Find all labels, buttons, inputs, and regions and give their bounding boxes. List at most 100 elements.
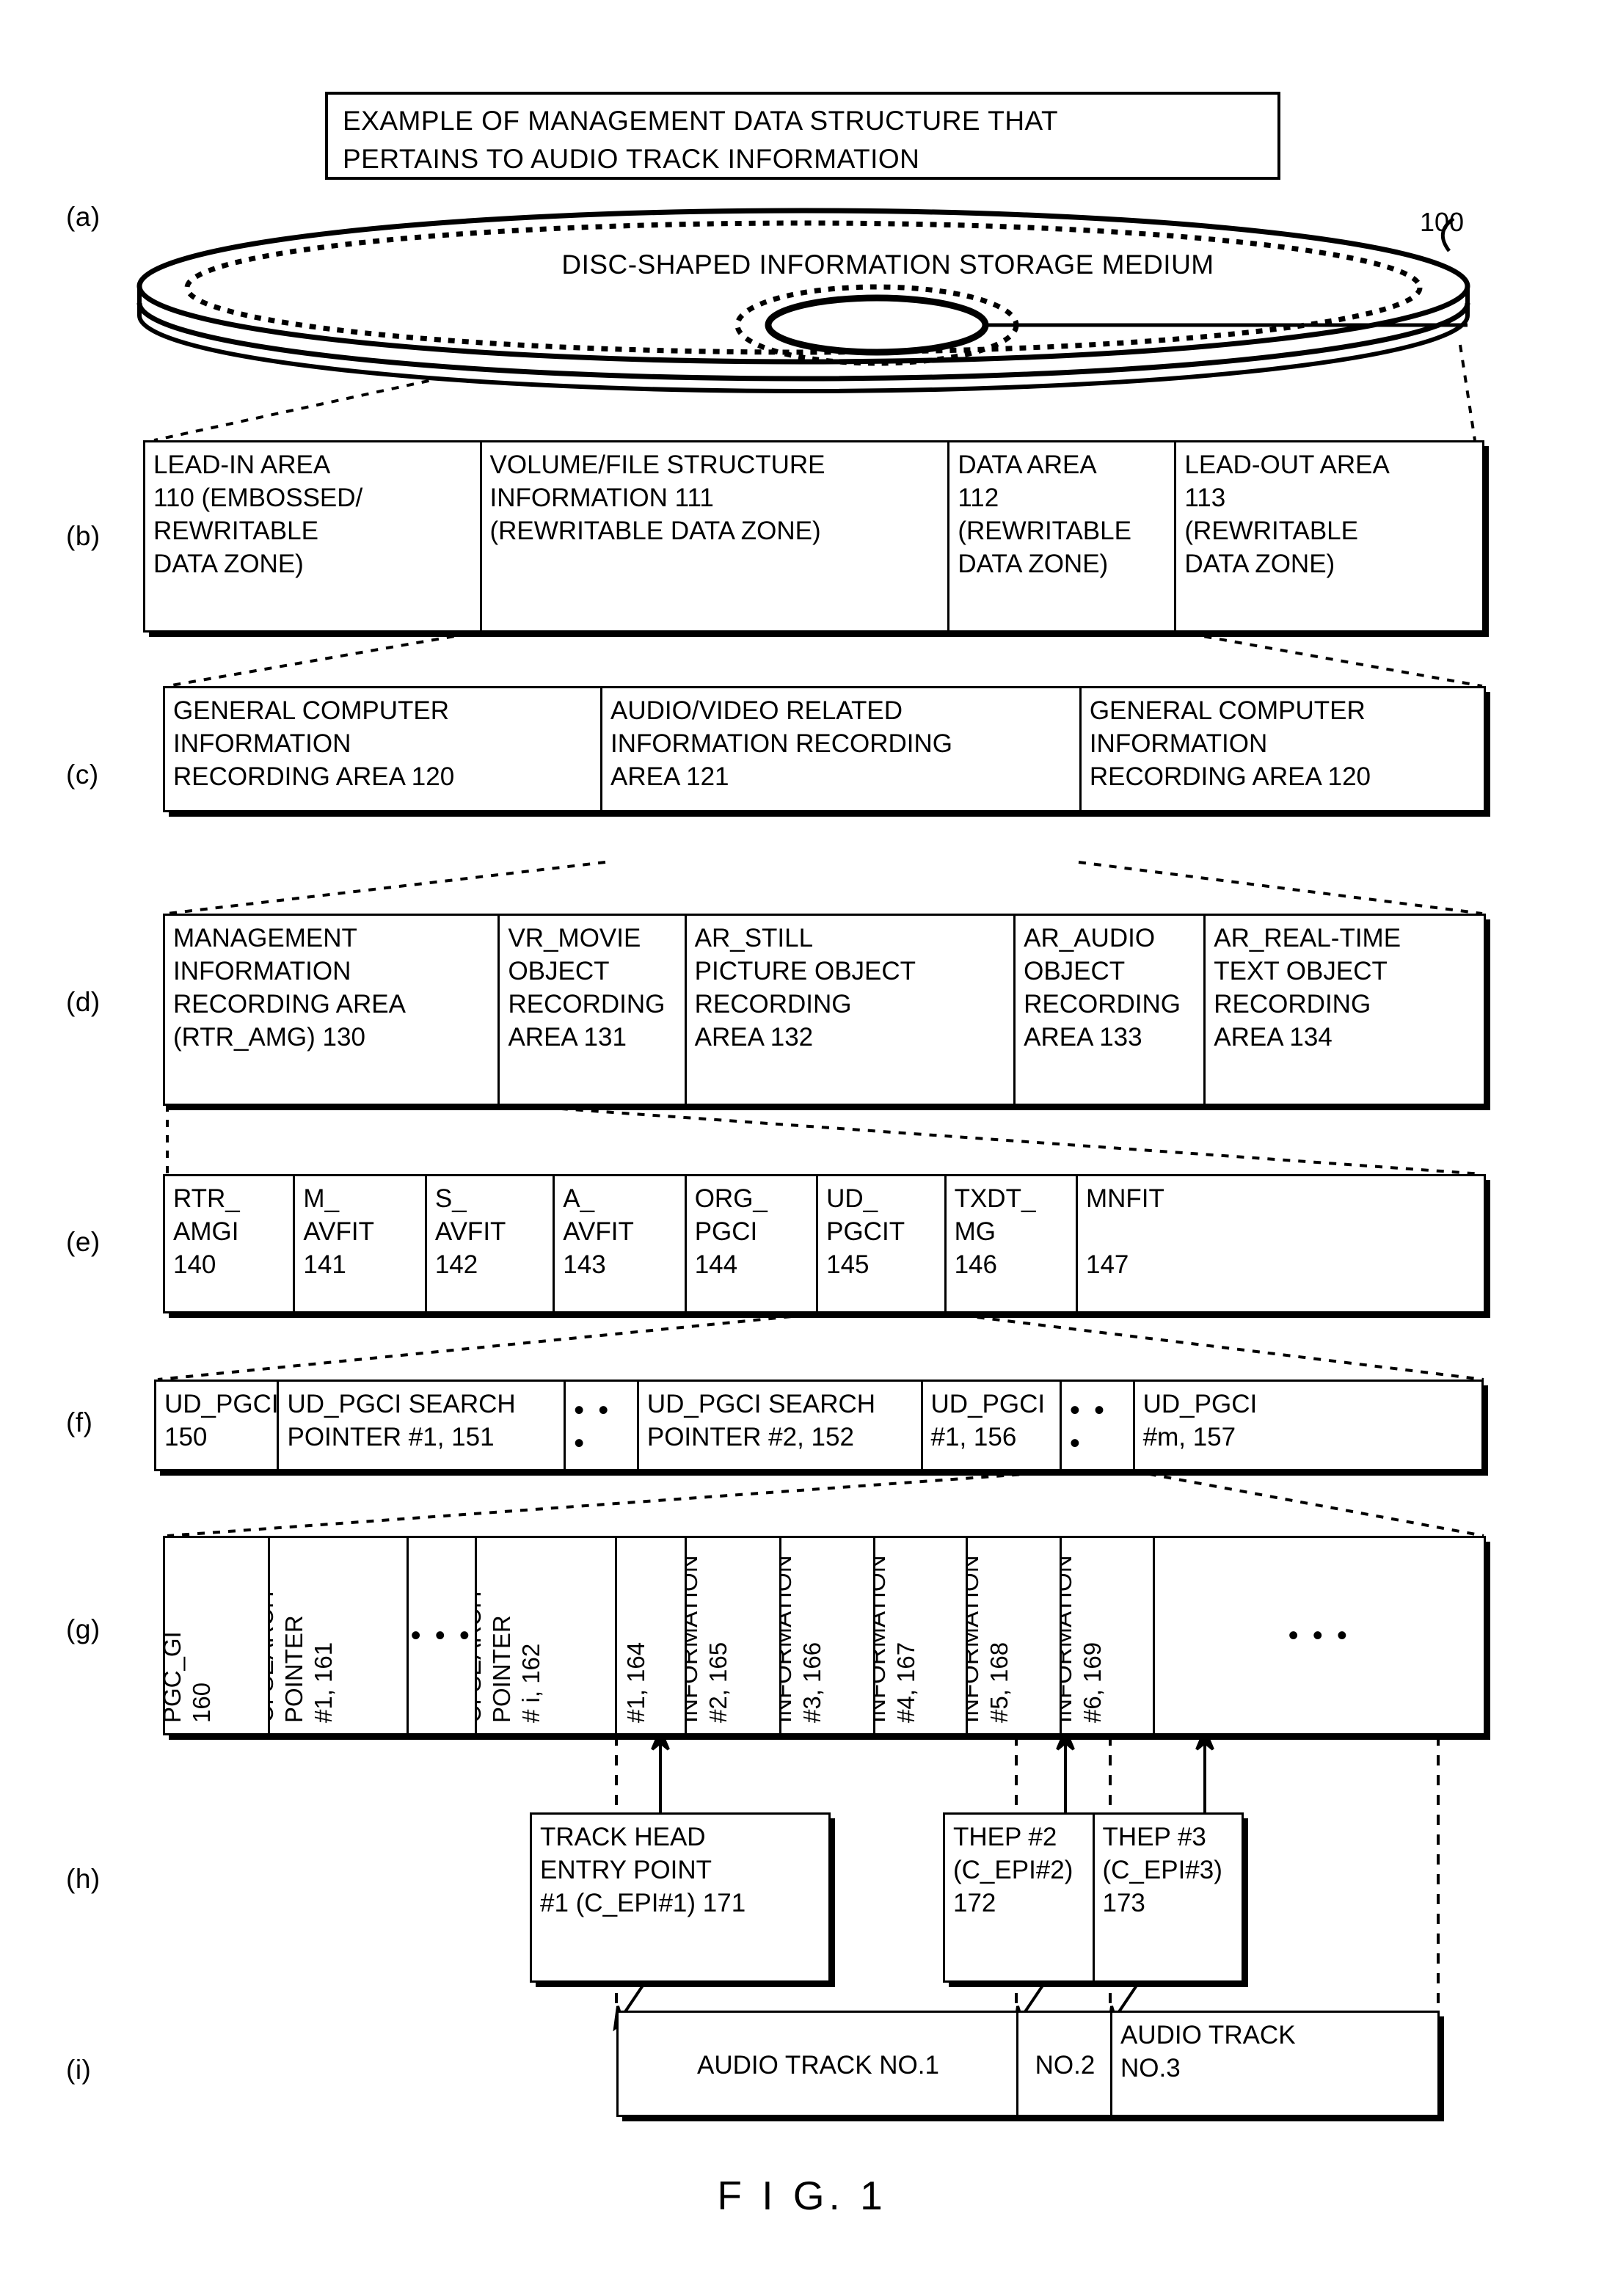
row-e-cell-text: A_ AVFIT 143 bbox=[563, 1184, 634, 1279]
row-f-cell-ud-pgci-m[interactable]: UD_PGCI #m, 157 bbox=[1135, 1382, 1481, 1469]
row-i-strip: AUDIO TRACK NO.1 NO.2 AUDIO TRACK NO.3 bbox=[616, 2011, 1440, 2117]
disc-reference-number: 100 bbox=[1420, 207, 1465, 237]
row-h-cell-text: THEP #3 (C_EPI#3) 173 bbox=[1102, 1823, 1222, 1917]
row-f-cell-ellipsis-1: • • • bbox=[566, 1382, 639, 1469]
row-i-cell-text: NO.2 bbox=[1035, 2050, 1096, 2080]
row-f-strip: UD_PGCITI 150 UD_PGCI SEARCH POINTER #1,… bbox=[154, 1380, 1484, 1471]
row-b-strip: LEAD-IN AREA 110 (EMBOSSED/ REWRITABLE D… bbox=[143, 440, 1484, 633]
row-e-cell-a-avfit[interactable]: A_ AVFIT 143 bbox=[555, 1176, 687, 1311]
row-h-track-head-entry-point-box[interactable]: TRACK HEAD ENTRY POINT #1 (C_EPI#1) 171 bbox=[530, 1812, 831, 1983]
row-g-cell-ellipsis-1: • • • bbox=[409, 1538, 477, 1733]
row-label-f: (f) bbox=[66, 1407, 93, 1437]
row-c-strip: GENERAL COMPUTER INFORMATION RECORDING A… bbox=[163, 686, 1486, 812]
row-label-a: (a) bbox=[66, 202, 101, 232]
row-e-strip: RTR_ AMGI 140 M_ AVFIT 141 S_ AVFIT 142 … bbox=[163, 1174, 1486, 1313]
row-e-cell-text: RTR_ AMGI 140 bbox=[173, 1184, 240, 1279]
row-g-cell-text: CI SEARCH POINTER # i, 162 bbox=[476, 1591, 544, 1723]
row-f-cell-ud-pgci-search-pointer-1[interactable]: UD_PGCI SEARCH POINTER #1, 151 bbox=[279, 1382, 566, 1469]
row-b-cell-text: LEAD-IN AREA 110 (EMBOSSED/ REWRITABLE D… bbox=[153, 451, 363, 578]
row-d-cell-ar-still-picture-object[interactable]: AR_STILL PICTURE OBJECT RECORDING AREA 1… bbox=[687, 916, 1016, 1104]
row-h-cell-text: THEP #2 (C_EPI#2) 172 bbox=[953, 1823, 1073, 1917]
row-i-cell-audio-track-no-2[interactable]: NO.2 bbox=[1018, 2013, 1112, 2115]
row-g-cell-ci-search-pointer-1[interactable]: CI SEARCH POINTER #1, 161 bbox=[270, 1538, 409, 1733]
row-i-cell-audio-track-no-1[interactable]: AUDIO TRACK NO.1 bbox=[619, 2013, 1018, 2115]
row-i-cell-audio-track-no-3[interactable]: AUDIO TRACK NO.3 bbox=[1112, 2013, 1437, 2115]
row-e-cell-text: M_ AVFIT 141 bbox=[303, 1184, 374, 1279]
row-c-cell-general-computer-info-2[interactable]: GENERAL COMPUTER INFORMATION RECORDING A… bbox=[1082, 688, 1484, 810]
row-d-cell-vr-movie-object[interactable]: VR_MOVIE OBJECT RECORDING AREA 131 bbox=[500, 916, 687, 1104]
row-b-cell-lead-in-area[interactable]: LEAD-IN AREA 110 (EMBOSSED/ REWRITABLE D… bbox=[145, 442, 482, 630]
row-e-cell-mnfit[interactable]: MNFIT 147 bbox=[1078, 1176, 1484, 1311]
row-d-cell-text: AR_REAL-TIME TEXT OBJECT RECORDING AREA … bbox=[1214, 924, 1401, 1052]
row-d-cell-ar-real-time-text-object[interactable]: AR_REAL-TIME TEXT OBJECT RECORDING AREA … bbox=[1206, 916, 1484, 1104]
row-g-cell-cell-information-6[interactable]: CELL INFORMATION #6, 169 bbox=[1062, 1538, 1155, 1733]
row-b-cell-text: LEAD-OUT AREA 113 (REWRITABLE DATA ZONE) bbox=[1184, 451, 1390, 578]
row-h-thep-2-cell[interactable]: THEP #2 (C_EPI#2) 172 bbox=[945, 1815, 1095, 1980]
row-f-cell-text: UD_PGCI SEARCH POINTER #2, 152 bbox=[646, 1390, 876, 1451]
row-d-cell-text: AR_STILL PICTURE OBJECT RECORDING AREA 1… bbox=[694, 924, 916, 1052]
row-d-cell-text: AR_AUDIO OBJECT RECORDING AREA 133 bbox=[1024, 924, 1181, 1052]
row-c-cell-general-computer-info-1[interactable]: GENERAL COMPUTER INFORMATION RECORDING A… bbox=[165, 688, 603, 810]
row-d-cell-text: MANAGEMENT INFORMATION RECORDING AREA (R… bbox=[173, 924, 406, 1052]
row-g-cell-text: CELL INFORMATION #2, 165 bbox=[686, 1555, 732, 1723]
row-label-h: (h) bbox=[66, 1864, 101, 1894]
row-f-cell-ud-pgci-search-pointer-2[interactable]: UD_PGCI SEARCH POINTER #2, 152 bbox=[639, 1382, 923, 1469]
figure-caption: F I G. 1 bbox=[717, 2173, 887, 2218]
row-f-cell-ud-pgci-1[interactable]: UD_PGCI #1, 156 bbox=[923, 1382, 1062, 1469]
row-e-cell-text: TXDT_ MG 146 bbox=[954, 1184, 1036, 1279]
row-f-cell-ud-pgciti[interactable]: UD_PGCITI 150 bbox=[156, 1382, 280, 1469]
row-label-e: (e) bbox=[66, 1227, 101, 1257]
row-e-cell-text: UD_ PGCIT 145 bbox=[826, 1184, 905, 1279]
row-e-cell-org-pgci[interactable]: ORG_ PGCI 144 bbox=[687, 1176, 819, 1311]
row-g-cell-cell-information-5[interactable]: CELL INFORMATION #5, 168 bbox=[968, 1538, 1062, 1733]
figure-canvas: EXAMPLE OF MANAGEMENT DATA STRUCTURE THA… bbox=[0, 0, 1604, 2296]
row-h-cell-text: TRACK HEAD ENTRY POINT #1 (C_EPI#1) 171 bbox=[540, 1823, 746, 1917]
row-label-b: (b) bbox=[66, 521, 101, 551]
row-d-cell-text: VR_MOVIE OBJECT RECORDING AREA 131 bbox=[508, 924, 666, 1052]
ellipsis-text: • • • bbox=[574, 1393, 612, 1459]
row-e-cell-ud-pgcit[interactable]: UD_ PGCIT 145 bbox=[818, 1176, 947, 1311]
row-f-cell-text: UD_PGCI SEARCH POINTER #1, 151 bbox=[287, 1390, 516, 1451]
row-g-cell-text: PGC_GI 160 bbox=[165, 1631, 215, 1723]
row-g-cell-text: CELL INFORMATION #3, 166 bbox=[781, 1555, 826, 1723]
row-b-cell-text: DATA AREA 112 (REWRITABLE DATA ZONE) bbox=[958, 451, 1131, 578]
row-e-cell-text: S_ AVFIT 142 bbox=[434, 1184, 506, 1279]
row-f-cell-ellipsis-2: • • • bbox=[1062, 1382, 1135, 1469]
ellipsis-text: • • • bbox=[1069, 1393, 1108, 1459]
row-h-track-head-entry-point-cell[interactable]: TRACK HEAD ENTRY POINT #1 (C_EPI#1) 171 bbox=[532, 1815, 828, 1980]
disc-label: DISC-SHAPED INFORMATION STORAGE MEDIUM bbox=[561, 249, 1214, 280]
row-b-cell-data-area[interactable]: DATA AREA 112 (REWRITABLE DATA ZONE) bbox=[949, 442, 1177, 630]
row-i-cell-text: AUDIO TRACK NO.1 bbox=[697, 2050, 939, 2080]
row-d-cell-ar-audio-object[interactable]: AR_AUDIO OBJECT RECORDING AREA 133 bbox=[1016, 916, 1206, 1104]
row-g-cell-cell-information-3[interactable]: CELL INFORMATION #3, 166 bbox=[781, 1538, 875, 1733]
row-b-cell-lead-out-area[interactable]: LEAD-OUT AREA 113 (REWRITABLE DATA ZONE) bbox=[1176, 442, 1482, 630]
row-b-cell-volume-file-structure[interactable]: VOLUME/FILE STRUCTURE INFORMATION 111 (R… bbox=[482, 442, 950, 630]
disc-illustration: DISC-SHAPED INFORMATION STORAGE MEDIUM bbox=[132, 205, 1475, 418]
row-e-cell-text: ORG_ PGCI 144 bbox=[694, 1184, 768, 1279]
row-e-cell-rtr-amgi[interactable]: RTR_ AMGI 140 bbox=[165, 1176, 296, 1311]
row-label-i: (i) bbox=[66, 2055, 92, 2085]
row-f-cell-text: UD_PGCITI 150 bbox=[164, 1390, 279, 1451]
row-g-cell-text: CELL INFORMATION #6, 169 bbox=[1061, 1555, 1106, 1723]
row-label-g: (g) bbox=[66, 1614, 101, 1644]
row-g-cell-cell-information-2[interactable]: CELL INFORMATION #2, 165 bbox=[687, 1538, 782, 1733]
row-e-cell-s-avfit[interactable]: S_ AVFIT 142 bbox=[427, 1176, 555, 1311]
row-g-cell-ci-search-pointer-i[interactable]: CI SEARCH POINTER # i, 162 bbox=[477, 1538, 617, 1733]
row-c-cell-audio-video-related-info[interactable]: AUDIO/VIDEO RELATED INFORMATION RECORDIN… bbox=[602, 688, 1082, 810]
row-g-cell-pgc-gi[interactable]: PGC_GI 160 bbox=[165, 1538, 270, 1733]
row-i-cell-text: AUDIO TRACK NO.3 bbox=[1120, 2021, 1296, 2082]
row-e-cell-txdt-mg[interactable]: TXDT_ MG 146 bbox=[947, 1176, 1078, 1311]
row-d-cell-management-info-recording-area[interactable]: MANAGEMENT INFORMATION RECORDING AREA (R… bbox=[165, 916, 500, 1104]
row-c-cell-text: GENERAL COMPUTER INFORMATION RECORDING A… bbox=[173, 696, 455, 791]
row-g-cell-cell-information-4[interactable]: CELL INFORMATION #4, 167 bbox=[875, 1538, 969, 1733]
row-g-cell-text: CI SEARCH POINTER #1, 161 bbox=[269, 1591, 337, 1723]
row-h-thep-3-cell[interactable]: THEP #3 (C_EPI#3) 173 bbox=[1095, 1815, 1242, 1980]
row-c-cell-text: AUDIO/VIDEO RELATED INFORMATION RECORDIN… bbox=[610, 696, 953, 791]
row-g-cell-cell-information-1[interactable]: CELL INFORMATION #1, 164 bbox=[617, 1538, 687, 1733]
figure-title-box: EXAMPLE OF MANAGEMENT DATA STRUCTURE THA… bbox=[325, 92, 1280, 180]
row-g-cell-ellipsis-2: • • • bbox=[1155, 1538, 1484, 1733]
row-h-thep-box[interactable]: THEP #2 (C_EPI#2) 172 THEP #3 (C_EPI#3) … bbox=[943, 1812, 1244, 1983]
row-f-cell-text: UD_PGCI #1, 156 bbox=[930, 1390, 1046, 1451]
row-e-cell-m-avfit[interactable]: M_ AVFIT 141 bbox=[295, 1176, 427, 1311]
row-label-c: (c) bbox=[66, 759, 99, 790]
